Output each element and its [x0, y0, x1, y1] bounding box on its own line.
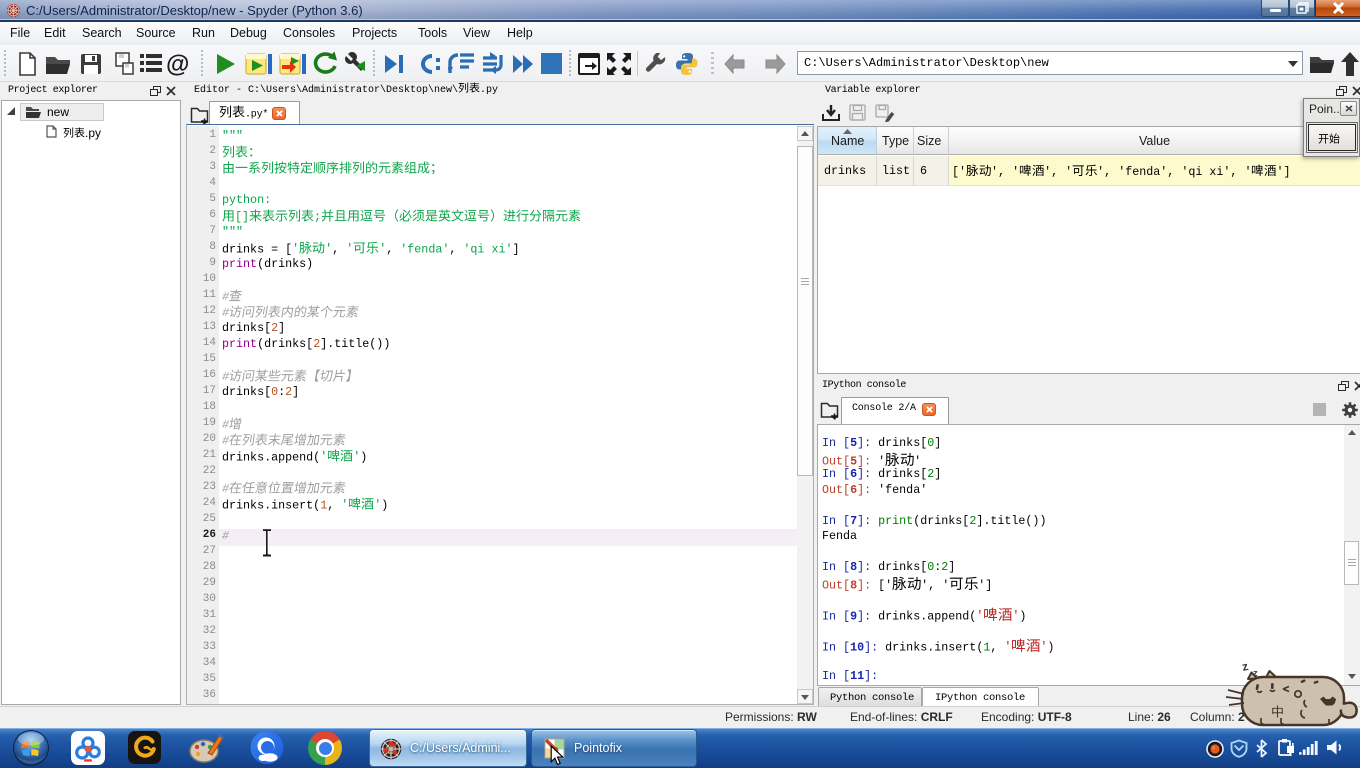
svg-text:z: z — [1241, 659, 1250, 674]
svg-text:z: z — [1253, 668, 1258, 679]
